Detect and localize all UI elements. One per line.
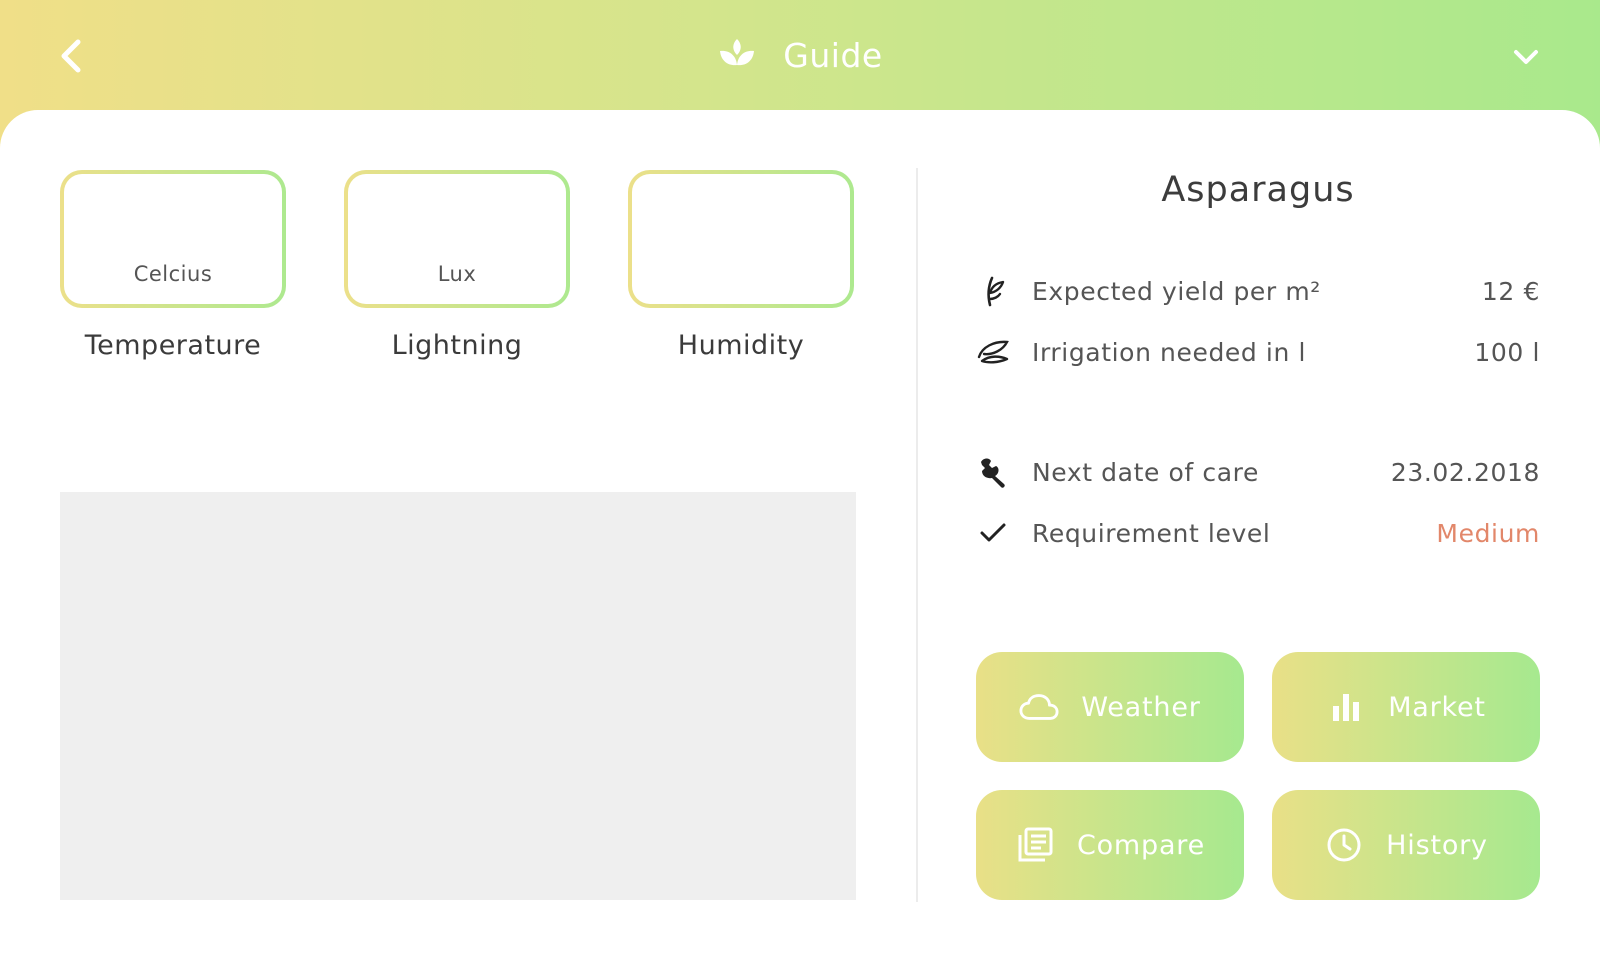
plant-image-placeholder [60, 492, 856, 900]
button-label: Market [1388, 691, 1486, 723]
info-row-irrigation: Irrigation needed in l 100 l [976, 332, 1540, 372]
metric-label: Lightning [391, 330, 523, 361]
clock-icon [1324, 825, 1364, 865]
metric-label: Humidity [677, 330, 805, 361]
water-drops-icon [976, 335, 1010, 369]
info-label: Irrigation needed in l [1032, 337, 1307, 367]
info-row-yield: Expected yield per m² 12 € [976, 271, 1540, 311]
vertical-divider [916, 168, 918, 902]
button-label: Compare [1076, 829, 1206, 861]
plant-leaves-icon [720, 39, 755, 66]
metric-label: Temperature [84, 330, 262, 361]
cloud-icon [1019, 687, 1059, 727]
sprout-icon [976, 274, 1010, 308]
info-label: Expected yield per m² [1032, 276, 1321, 306]
checkmark-icon [976, 516, 1010, 550]
plant-name: Asparagus [1161, 170, 1355, 210]
info-value: 12 € [1481, 276, 1540, 306]
info-row-requirement: Requirement level Medium [976, 513, 1540, 553]
metric-box: Celcius [60, 170, 286, 308]
metric-box [628, 170, 854, 308]
dropdown-menu-button[interactable] [1508, 42, 1544, 72]
metric-temperature[interactable]: Celcius Temperature [60, 170, 286, 361]
button-label: History [1386, 829, 1488, 861]
wrench-icon [976, 455, 1010, 489]
requirement-level-value: Medium [1436, 518, 1540, 548]
metric-box: Lux [344, 170, 570, 308]
info-label: Requirement level [1032, 518, 1271, 548]
metric-humidity[interactable]: Humidity [628, 170, 854, 361]
info-value: 23.02.2018 [1390, 457, 1540, 487]
content-card: Celcius Temperature Lux Lightning Humidi… [0, 110, 1600, 960]
header-title-group: Guide [0, 30, 1600, 80]
info-label: Next date of care [1032, 457, 1259, 487]
app-header: Guide [0, 0, 1600, 110]
bar-chart-icon [1326, 687, 1366, 727]
info-value: 100 l [1474, 337, 1540, 367]
page-title: Guide [783, 35, 883, 75]
metric-unit: Lux [437, 262, 477, 286]
metric-unit: Celcius [133, 262, 213, 286]
weather-button[interactable]: Weather [976, 652, 1244, 762]
market-button[interactable]: Market [1272, 652, 1540, 762]
chevron-down-icon [1514, 50, 1538, 64]
info-row-next-care: Next date of care 23.02.2018 [976, 452, 1540, 492]
documents-icon [1015, 825, 1055, 865]
metric-lightning[interactable]: Lux Lightning [344, 170, 570, 361]
history-button[interactable]: History [1272, 790, 1540, 900]
button-label: Weather [1081, 691, 1201, 723]
compare-button[interactable]: Compare [976, 790, 1244, 900]
